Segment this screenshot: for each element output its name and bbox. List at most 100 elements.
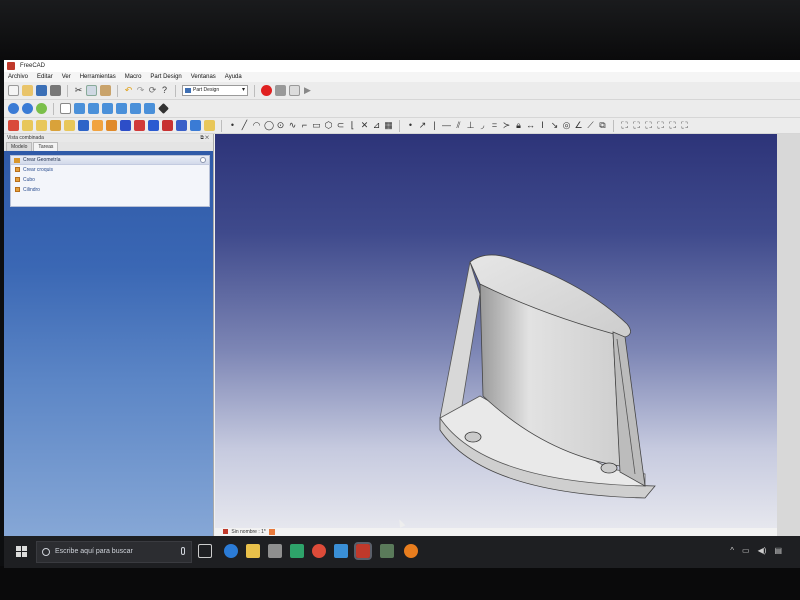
circle-icon[interactable]: ◯ xyxy=(264,120,274,131)
task-item-crear-croquis[interactable]: Crear croquis xyxy=(11,165,209,175)
draw-style-icon[interactable] xyxy=(36,103,47,114)
taskbar-search-input[interactable]: Escribe aquí para buscar xyxy=(36,541,192,563)
rectangle-icon[interactable]: ▭ xyxy=(312,120,321,131)
tangent-icon[interactable]: ◞ xyxy=(478,120,487,131)
polygon-icon[interactable]: ⬡ xyxy=(324,120,333,131)
new-file-icon[interactable] xyxy=(8,85,19,96)
cut-icon[interactable]: ✂ xyxy=(74,85,83,96)
fillet-sketch-icon[interactable]: ⌊ xyxy=(348,120,357,131)
tab-tareas[interactable]: Tareas xyxy=(33,142,59,151)
lock-icon[interactable]: 🔒︎ xyxy=(514,120,523,131)
app-icon-1[interactable] xyxy=(290,544,304,558)
notifications-icon[interactable]: ▤ xyxy=(774,546,782,555)
edge-icon[interactable] xyxy=(224,544,238,558)
select-axis-icon[interactable]: ⛶ xyxy=(644,120,653,131)
blender-icon[interactable] xyxy=(404,544,418,558)
copy-icon[interactable] xyxy=(86,85,97,96)
menu-ventanas[interactable]: Ventanas xyxy=(191,72,216,82)
conic-icon[interactable]: ⊙ xyxy=(276,120,285,131)
print-icon[interactable] xyxy=(50,85,61,96)
menu-part-design[interactable]: Part Design xyxy=(150,72,181,82)
volume-icon[interactable]: ◀) xyxy=(758,546,767,555)
document-tab-label[interactable]: Sin nombre : 1* xyxy=(231,529,265,535)
parallel-icon[interactable]: ⫽ xyxy=(454,120,463,131)
store-icon[interactable] xyxy=(268,544,282,558)
windows-start-icon[interactable] xyxy=(16,546,28,558)
app-icon-3[interactable] xyxy=(380,544,394,558)
record-macro-icon[interactable] xyxy=(261,85,272,96)
run-macro-icon[interactable]: ▶ xyxy=(303,85,312,96)
distance-icon[interactable]: ↘ xyxy=(550,120,559,131)
vertical-icon[interactable]: | xyxy=(430,120,439,131)
tab-modelo[interactable]: Modelo xyxy=(6,142,33,151)
menu-herramientas[interactable]: Herramientas xyxy=(80,72,116,82)
fillet-icon[interactable] xyxy=(78,120,89,131)
point-on-object-icon[interactable]: ↗ xyxy=(418,120,427,131)
linear-pattern-icon[interactable] xyxy=(134,120,145,131)
perpendicular-icon[interactable]: ⊥ xyxy=(466,120,475,131)
vertical-distance-icon[interactable]: I xyxy=(538,120,547,131)
undo-icon[interactable]: ↶ xyxy=(124,85,133,96)
coincident-icon[interactable]: • xyxy=(406,120,415,131)
task-item-cilindro[interactable]: Cilindro xyxy=(11,185,209,195)
collapse-icon[interactable] xyxy=(200,157,206,163)
internal-alignment-icon[interactable]: ⧉ xyxy=(598,120,607,131)
radius-icon[interactable]: ◎ xyxy=(562,120,571,131)
file-explorer-icon[interactable] xyxy=(246,544,260,558)
freecad-taskbar-icon[interactable] xyxy=(354,542,372,560)
menu-editar[interactable]: Editar xyxy=(37,72,53,82)
top-view-icon[interactable] xyxy=(88,103,99,114)
save-icon[interactable] xyxy=(36,85,47,96)
left-view-icon[interactable] xyxy=(144,103,155,114)
select-redundant-icon[interactable]: ⛶ xyxy=(668,120,677,131)
chrome-icon[interactable] xyxy=(312,544,326,558)
stop-macro-icon[interactable] xyxy=(275,85,286,96)
arc-icon[interactable]: ◠ xyxy=(252,120,261,131)
select-conflicting-icon[interactable]: ⛶ xyxy=(680,120,689,131)
trim-icon[interactable]: ✕ xyxy=(360,120,369,131)
microphone-icon[interactable] xyxy=(181,547,185,555)
paste-icon[interactable] xyxy=(100,85,111,96)
slot-icon[interactable]: ⊂ xyxy=(336,120,345,131)
snell-icon[interactable]: ⟋ xyxy=(586,120,595,131)
select-origin-icon[interactable]: ⛶ xyxy=(632,120,641,131)
chamfer-icon[interactable] xyxy=(92,120,103,131)
menu-ayuda[interactable]: Ayuda xyxy=(225,72,242,82)
draft-icon[interactable] xyxy=(106,120,117,131)
pocket-icon[interactable] xyxy=(36,120,47,131)
select-constraints-icon[interactable]: ⛶ xyxy=(620,120,629,131)
open-icon[interactable] xyxy=(22,85,33,96)
fit-selection-icon[interactable] xyxy=(22,103,33,114)
select-elements-icon[interactable]: ⛶ xyxy=(656,120,665,131)
menu-archivo[interactable]: Archivo xyxy=(8,72,28,82)
construction-icon[interactable]: ▦ xyxy=(384,120,393,131)
polyline-icon[interactable]: ⌐ xyxy=(300,120,309,131)
edit-macro-icon[interactable] xyxy=(289,85,300,96)
fit-all-icon[interactable] xyxy=(8,103,19,114)
task-item-cubo[interactable]: Cubo xyxy=(11,175,209,185)
mirror-icon[interactable] xyxy=(120,120,131,131)
3d-view[interactable] xyxy=(215,134,777,528)
redo-icon[interactable]: ↷ xyxy=(136,85,145,96)
rear-view-icon[interactable] xyxy=(116,103,127,114)
revolution-icon[interactable] xyxy=(50,120,61,131)
part-icon[interactable] xyxy=(204,120,215,131)
groove-icon[interactable] xyxy=(64,120,75,131)
symmetric-icon[interactable]: ≻ xyxy=(502,120,511,131)
horizontal-icon[interactable]: — xyxy=(442,120,451,131)
front-view-icon[interactable] xyxy=(74,103,85,114)
line-icon[interactable]: ╱ xyxy=(240,120,249,131)
equal-icon[interactable]: = xyxy=(490,120,499,131)
measure-icon[interactable] xyxy=(158,103,169,114)
chevron-up-icon[interactable]: ^ xyxy=(730,546,734,555)
refresh-icon[interactable]: ⟳ xyxy=(148,85,157,96)
external-geometry-icon[interactable]: ⊿ xyxy=(372,120,381,131)
bottom-view-icon[interactable] xyxy=(130,103,141,114)
task-view-icon[interactable] xyxy=(198,544,212,558)
close-tab-icon[interactable] xyxy=(269,528,276,535)
menu-macro[interactable]: Macro xyxy=(125,72,142,82)
bspline-icon[interactable]: ∿ xyxy=(288,120,297,131)
multitransform-icon[interactable] xyxy=(176,120,187,131)
scaled-icon[interactable] xyxy=(162,120,173,131)
horizontal-distance-icon[interactable]: ↔ xyxy=(526,120,535,131)
